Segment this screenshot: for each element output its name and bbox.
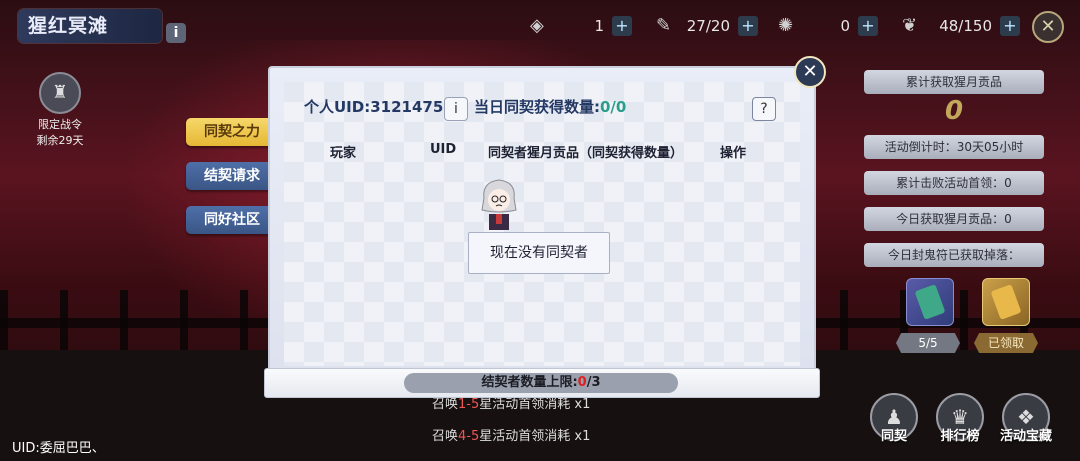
limited-pass-button[interactable]: ♜ 限定战令 剩余29天 <box>32 72 88 148</box>
mask-icon: ✺ <box>778 15 794 36</box>
reward1-count: 5/5 <box>896 333 960 353</box>
column-tribute: 同契者猩月贡品（同契获得数量） <box>488 146 684 161</box>
mission-row: 召唤4-5星活动首领消耗 x1 <box>432 429 591 444</box>
column-uid: UID <box>430 142 457 157</box>
coin-icon: ◈ <box>530 15 544 36</box>
daily-count-value: 0/0 <box>600 98 627 116</box>
personal-uid: 个人UID:3121475 <box>304 98 444 116</box>
boss-defeats-label: 累计击败活动首领：0 <box>864 171 1044 195</box>
bond-limit: 结契者数量上限:0/3 <box>404 373 678 393</box>
reward2-claimed: 已领取 <box>974 333 1038 353</box>
add-feather-button[interactable]: + <box>1000 16 1020 36</box>
dialog-info-button[interactable]: i <box>444 97 468 121</box>
column-player: 玩家 <box>330 146 357 161</box>
leaderboard-button[interactable]: ♛ 排行榜 <box>932 393 988 444</box>
today-tribute-label: 今日获取猩月贡品：0 <box>864 207 1044 231</box>
pass-label: 限定战令 <box>38 118 82 131</box>
tribute-total-label: 累计获取猩月贡品 <box>864 70 1044 94</box>
resource-feather: ❦ 48/150 + <box>902 14 1020 38</box>
add-mask-button[interactable]: + <box>858 16 878 36</box>
tab-tongqi-power[interactable]: 同契之力 <box>186 118 278 146</box>
tab-community[interactable]: 同好社区 <box>186 206 278 234</box>
help-button[interactable]: ? <box>752 97 776 121</box>
close-dialog-button[interactable]: ✕ <box>794 56 826 88</box>
resource-value: 1 <box>594 17 604 35</box>
countdown-label: 活动倒计时：30天05小时 <box>864 135 1044 159</box>
pass-remaining: 剩余29天 <box>36 134 84 147</box>
reward-talisman[interactable] <box>906 278 954 326</box>
empty-state-message: 现在没有同契者 <box>468 232 610 274</box>
treasure-label: 活动宝藏 <box>999 429 1052 444</box>
resource-scroll: ✎ 27/20 + <box>656 14 758 38</box>
reward-gold[interactable] <box>982 278 1030 326</box>
event-info-button[interactable]: i <box>166 23 186 43</box>
gold-talisman-icon <box>991 284 1021 320</box>
player-uid: UID:委屈巴巴、 <box>12 441 105 456</box>
scroll-icon: ✎ <box>656 15 672 36</box>
event-title: 猩红冥滩 <box>28 15 109 37</box>
bond-limit-max: /3 <box>586 375 601 390</box>
leaderboard-label: 排行榜 <box>940 429 980 444</box>
add-coin-button[interactable]: + <box>612 16 632 36</box>
chibi-character-image <box>481 179 517 230</box>
daily-count-label: 当日同契获得数量: <box>474 98 600 116</box>
resource-mask: ✺ 0 + <box>778 14 878 38</box>
daily-count: 当日同契获得数量:0/0 <box>474 96 626 117</box>
bond-limit-label: 结契者数量上限: <box>481 375 578 390</box>
bond-limit-current: 0 <box>577 375 587 390</box>
resource-coin: ◈ 1 + <box>530 14 632 38</box>
resource-value: 27/20 <box>686 17 730 35</box>
column-action: 操作 <box>720 146 747 161</box>
talisman-icon <box>915 284 945 320</box>
event-treasure-button[interactable]: ❖ 活动宝藏 <box>998 393 1054 444</box>
today-drops-label: 今日封鬼符已获取掉落： <box>864 243 1044 267</box>
dialog-body <box>284 82 800 366</box>
tab-bond-requests[interactable]: 结契请求 <box>186 162 278 190</box>
resource-value: 0 <box>840 17 850 35</box>
feather-icon: ❦ <box>902 15 918 36</box>
close-event-button[interactable]: ✕ <box>1032 11 1064 43</box>
tongqi-button[interactable]: ♟ 同契 <box>866 393 922 444</box>
tongqi-label: 同契 <box>880 429 907 444</box>
tribute-total-value: 0 <box>944 96 964 126</box>
pass-icon: ♜ <box>39 72 81 114</box>
add-scroll-button[interactable]: + <box>738 16 758 36</box>
resource-value: 48/150 <box>939 17 992 35</box>
